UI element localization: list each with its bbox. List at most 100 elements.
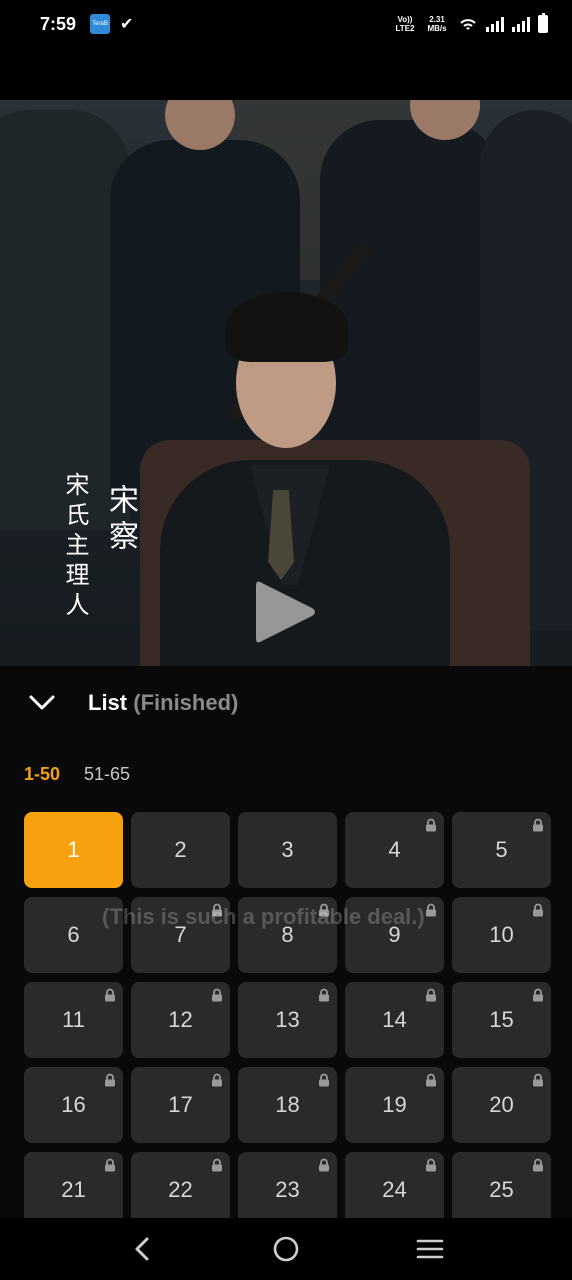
- episode-number: 4: [388, 837, 401, 862]
- home-icon: [273, 1236, 299, 1262]
- network-label: Vo)) LTE2: [395, 15, 415, 33]
- lock-icon: [212, 988, 222, 1002]
- episode-button[interactable]: 22: [131, 1152, 230, 1228]
- play-icon[interactable]: [246, 572, 326, 652]
- lock-icon: [426, 1158, 436, 1172]
- lock-icon: [319, 1158, 329, 1172]
- episode-number: 11: [62, 1007, 85, 1032]
- lock-icon: [105, 988, 115, 1002]
- episode-button[interactable]: 1: [24, 812, 123, 888]
- episode-number: 10: [489, 922, 514, 947]
- range-tabs: 1-50 51-65: [24, 764, 130, 785]
- episode-button[interactable]: 12: [131, 982, 230, 1058]
- lock-icon: [426, 1073, 436, 1087]
- nav-home-button[interactable]: [266, 1229, 306, 1269]
- lock-icon: [426, 818, 436, 832]
- episode-number: 7: [174, 922, 187, 947]
- episode-number: 1: [67, 837, 80, 862]
- episode-button[interactable]: 10: [452, 897, 551, 973]
- episode-number: 25: [489, 1177, 514, 1202]
- lock-icon: [319, 903, 329, 917]
- menu-icon: [416, 1239, 444, 1259]
- nav-back-button[interactable]: [122, 1229, 162, 1269]
- lock-icon: [533, 1158, 543, 1172]
- episode-button[interactable]: 8: [238, 897, 337, 973]
- main-character-hair: [226, 292, 348, 362]
- caption-left: 宋氏主理人: [61, 472, 89, 622]
- episode-button[interactable]: 9: [345, 897, 444, 973]
- app-notification-icon: TeraB: [90, 14, 111, 34]
- panel-status: (Finished): [133, 690, 239, 715]
- episode-button[interactable]: 24: [345, 1152, 444, 1228]
- episode-number: 2: [174, 837, 187, 862]
- episode-number: 9: [388, 922, 401, 947]
- lock-icon: [533, 1073, 543, 1087]
- tab-range-51-65[interactable]: 51-65: [84, 764, 130, 785]
- system-nav-bar: [0, 1218, 572, 1280]
- lock-icon: [533, 818, 543, 832]
- caption-right: 宋察: [103, 484, 138, 556]
- lock-icon: [105, 1158, 115, 1172]
- wifi-icon: [460, 19, 476, 30]
- lock-icon: [105, 1073, 115, 1087]
- episode-number: 24: [382, 1177, 407, 1202]
- episode-button[interactable]: 17: [131, 1067, 230, 1143]
- lock-icon: [319, 1073, 329, 1087]
- episode-button[interactable]: 16: [24, 1067, 123, 1143]
- video-player[interactable]: 宋氏主理人 宋察: [0, 100, 572, 666]
- episode-grid: 1 2 3 4 5 6 7 8 9 10 11 12 13 14 15 16 17 18 19 20 21 22 23 24 2…: [24, 812, 552, 1228]
- episode-button[interactable]: 18: [238, 1067, 337, 1143]
- episode-number: 3: [281, 837, 294, 862]
- episode-button[interactable]: 19: [345, 1067, 444, 1143]
- chevron-down-icon[interactable]: [28, 692, 56, 712]
- episode-button[interactable]: 4: [345, 812, 444, 888]
- episode-button[interactable]: 7: [131, 897, 230, 973]
- status-bar: 7:59 TeraB ✔ Vo)) LTE2 2.31 MB/s: [0, 0, 572, 48]
- back-icon: [135, 1237, 149, 1261]
- episode-number: 13: [275, 1007, 300, 1032]
- episode-button[interactable]: 6: [24, 897, 123, 973]
- episode-list-panel: List (Finished) 1-50 51-65 1 2 3 4 5 6 7 8 9 10 11…: [0, 666, 572, 1228]
- lock-icon: [212, 1158, 222, 1172]
- signal-icon-2: [512, 16, 530, 32]
- episode-number: 14: [382, 1007, 407, 1032]
- battery-icon: [538, 13, 548, 33]
- episode-number: 23: [275, 1177, 300, 1202]
- episode-number: 5: [495, 837, 508, 862]
- episode-number: 16: [61, 1092, 86, 1117]
- network-speed: 2.31 MB/s: [427, 15, 447, 33]
- episode-number: 20: [489, 1092, 514, 1117]
- episode-number: 6: [67, 922, 80, 947]
- episode-button[interactable]: 15: [452, 982, 551, 1058]
- panel-title-text: List: [88, 690, 128, 715]
- tab-range-1-50[interactable]: 1-50: [24, 764, 60, 785]
- panel-title: List (Finished): [88, 690, 238, 716]
- episode-button[interactable]: 3: [238, 812, 337, 888]
- episode-button[interactable]: 20: [452, 1067, 551, 1143]
- lock-icon: [212, 1073, 222, 1087]
- check-icon: ✔: [120, 16, 134, 33]
- episode-number: 19: [382, 1092, 407, 1117]
- episode-number: 17: [168, 1092, 193, 1117]
- episode-number: 18: [275, 1092, 300, 1117]
- nav-menu-button[interactable]: [410, 1229, 450, 1269]
- episode-button[interactable]: 2: [131, 812, 230, 888]
- episode-button[interactable]: 5: [452, 812, 551, 888]
- episode-button[interactable]: 25: [452, 1152, 551, 1228]
- episode-button[interactable]: 21: [24, 1152, 123, 1228]
- lock-icon: [319, 988, 329, 1002]
- lock-icon: [426, 988, 436, 1002]
- episode-button[interactable]: 14: [345, 982, 444, 1058]
- episode-button[interactable]: 23: [238, 1152, 337, 1228]
- lock-icon: [212, 903, 222, 917]
- episode-number: 22: [168, 1177, 193, 1202]
- episode-button[interactable]: 13: [238, 982, 337, 1058]
- lock-icon: [533, 988, 543, 1002]
- lock-icon: [426, 903, 436, 917]
- status-time: 7:59: [40, 13, 77, 34]
- episode-number: 8: [281, 922, 294, 947]
- episode-number: 21: [61, 1177, 86, 1202]
- episode-button[interactable]: 11: [24, 982, 123, 1058]
- signal-icon: [486, 16, 504, 32]
- lock-icon: [533, 903, 543, 917]
